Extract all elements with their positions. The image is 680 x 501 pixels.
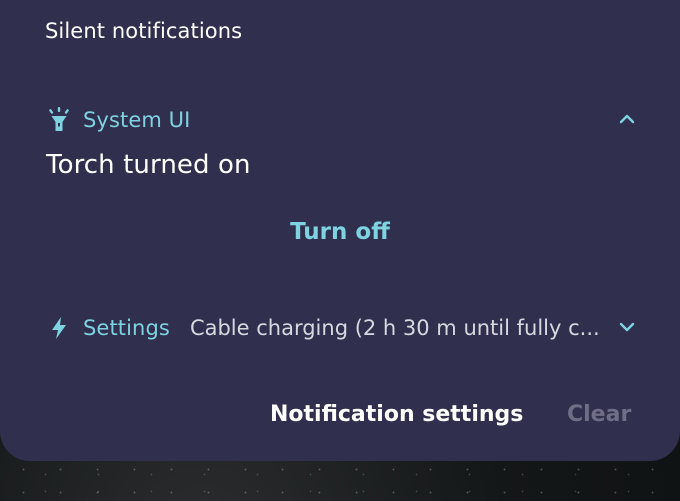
- section-title: Silent notifications: [45, 19, 243, 43]
- clear-button[interactable]: Clear: [567, 397, 631, 431]
- notification-settings-button[interactable]: Notification settings: [270, 397, 523, 431]
- notification-summary: Cable charging (2 h 30 m until fully c..…: [189, 316, 600, 340]
- chevron-down-icon[interactable]: [616, 316, 638, 338]
- notification-header-settings[interactable]: Settings Cable charging (2 h 30 m until …: [47, 313, 600, 343]
- notification-header-system-ui[interactable]: System UI: [47, 105, 190, 135]
- app-name: Settings: [83, 316, 170, 340]
- turn-off-button[interactable]: Turn off: [270, 214, 410, 250]
- notification-panel: Silent notifications System UI Torch tur…: [0, 0, 680, 461]
- notification-message: Torch turned on: [46, 150, 251, 180]
- bolt-icon: [47, 315, 71, 341]
- wallpaper: [0, 455, 680, 501]
- chevron-up-icon[interactable]: [616, 108, 638, 130]
- app-name: System UI: [83, 108, 191, 132]
- torch-icon: [47, 107, 71, 133]
